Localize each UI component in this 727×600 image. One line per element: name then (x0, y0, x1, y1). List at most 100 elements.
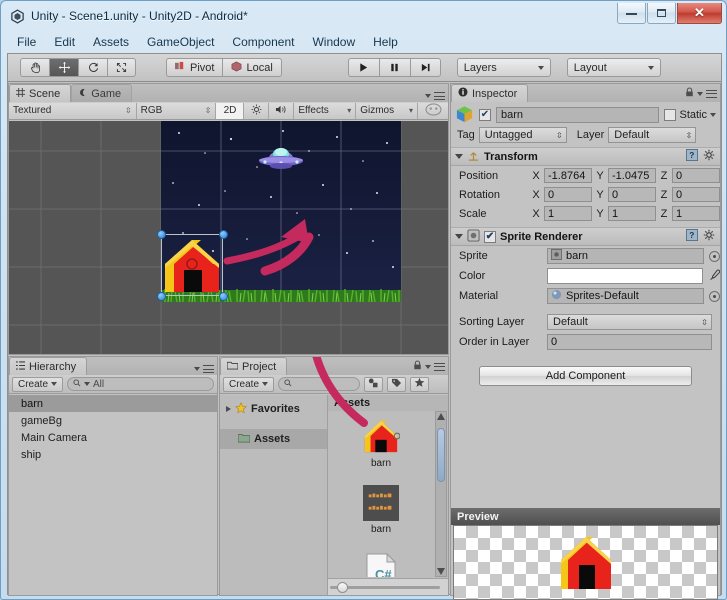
scroll-up-icon[interactable] (437, 413, 445, 420)
menu-file[interactable]: File (8, 33, 45, 51)
lock-icon[interactable] (413, 360, 422, 373)
tree-assets[interactable]: Assets (220, 429, 327, 449)
draw-mode-dropdown[interactable]: Textured ⇳ (9, 102, 137, 119)
static-toggle[interactable]: Static (664, 108, 716, 121)
hierarchy-item-gamebg[interactable]: gameBg (9, 412, 217, 429)
menu-edit[interactable]: Edit (45, 33, 84, 51)
filter-by-type-button[interactable] (364, 376, 384, 392)
step-button[interactable] (409, 58, 441, 77)
tag-dropdown[interactable]: Untagged ⇳ (478, 127, 567, 143)
project-create-button[interactable]: Create (223, 376, 275, 392)
menu-gameobject[interactable]: GameObject (138, 33, 223, 51)
menu-help[interactable]: Help (364, 33, 407, 51)
scale-z-input[interactable]: 1 (672, 206, 720, 221)
project-tab-menu[interactable] (413, 360, 445, 373)
inspector-tab-menu[interactable] (685, 87, 717, 100)
menu-window[interactable]: Window (303, 33, 364, 51)
scale-tool-button[interactable] (107, 58, 136, 77)
filter-by-label-button[interactable] (387, 376, 407, 392)
scene-viewport[interactable] (9, 121, 448, 354)
asset-item-bullet-script[interactable]: C# Bullet (328, 547, 434, 577)
hierarchy-create-button[interactable]: Create (12, 376, 64, 392)
tab-game[interactable]: Game (71, 84, 133, 102)
foldout-icon[interactable] (455, 234, 463, 239)
sprite-renderer-component-header[interactable]: Sprite Renderer ? (451, 227, 720, 246)
static-checkbox[interactable] (664, 108, 677, 121)
hierarchy-item-main-camera[interactable]: Main Camera (9, 429, 217, 446)
sprite-renderer-enabled-checkbox[interactable] (484, 230, 496, 243)
tab-project[interactable]: Project (220, 357, 288, 375)
position-y-input[interactable]: -1.0475 (608, 168, 656, 183)
lighting-toggle[interactable] (244, 102, 270, 119)
tag-label: Tag (457, 129, 475, 141)
order-in-layer-input[interactable]: 0 (547, 334, 712, 350)
favorites-filter-button[interactable] (410, 376, 430, 392)
hierarchy-tab-menu[interactable] (194, 365, 214, 373)
play-button[interactable] (347, 58, 379, 77)
rotate-tool-button[interactable] (78, 58, 107, 77)
rotation-z-input[interactable]: 0 (672, 187, 720, 202)
close-button[interactable]: ✕ (677, 3, 722, 24)
tree-favorites[interactable]: Favorites (220, 399, 327, 419)
scroll-down-icon[interactable] (437, 568, 445, 575)
add-component-button[interactable]: Add Component (479, 366, 692, 386)
scene-tab-menu[interactable] (425, 92, 445, 100)
sorting-layer-dropdown[interactable]: Default ⇳ (547, 314, 712, 330)
minimize-button[interactable] (617, 3, 646, 24)
layer-dropdown[interactable]: Default ⇳ (608, 127, 697, 143)
asset-zoom-slider[interactable] (328, 578, 448, 595)
zoom-slider-knob[interactable] (337, 581, 348, 593)
menu-component[interactable]: Component (223, 33, 303, 51)
pause-button[interactable] (378, 58, 410, 77)
hierarchy-search-input[interactable]: All (67, 377, 214, 391)
move-tool-button[interactable] (49, 58, 78, 77)
maximize-button[interactable] (647, 3, 676, 24)
material-picker-button[interactable] (709, 290, 720, 302)
pivot-button[interactable]: Pivot (166, 58, 223, 77)
scale-y-input[interactable]: 1 (608, 206, 656, 221)
gear-icon[interactable] (703, 149, 715, 164)
material-object-field[interactable]: Sprites-Default (547, 288, 704, 304)
color-swatch-field[interactable] (547, 268, 703, 284)
position-z-input[interactable]: 0 (672, 168, 720, 183)
help-icon[interactable]: ? (686, 149, 698, 164)
effects-dropdown[interactable]: Effects ▾ (294, 102, 357, 119)
scale-x-input[interactable]: 1 (544, 206, 592, 221)
local-button[interactable]: Local (222, 58, 282, 77)
layers-dropdown[interactable]: Layers (456, 58, 551, 77)
sprite-picker-button[interactable] (709, 250, 720, 262)
foldout-icon[interactable] (455, 154, 463, 159)
transform-component-header[interactable]: Transform ? (451, 147, 720, 166)
object-name-input[interactable]: barn (496, 106, 660, 123)
object-enabled-checkbox[interactable] (479, 108, 491, 121)
layout-dropdown[interactable]: Layout (566, 58, 661, 77)
audio-toggle[interactable] (269, 102, 295, 119)
color-mode-dropdown[interactable]: RGB ⇳ (136, 102, 217, 119)
selection-handle-bl[interactable] (157, 292, 166, 301)
asset-scrollbar-thumb[interactable] (437, 428, 445, 482)
sprite-object-field[interactable]: barn (547, 248, 704, 264)
selection-handle-tr[interactable] (219, 230, 228, 239)
selection-handle-tl[interactable] (157, 230, 166, 239)
position-x-input[interactable]: -1.8764 (544, 168, 592, 183)
asset-item-barn-texture[interactable]: barn (328, 479, 434, 547)
gear-icon[interactable] (703, 229, 715, 244)
tab-inspector[interactable]: Inspector (451, 84, 529, 102)
project-search-input[interactable] (278, 377, 361, 391)
tab-scene[interactable]: Scene (9, 84, 72, 102)
rotation-y-input[interactable]: 0 (608, 187, 656, 202)
tab-hierarchy[interactable]: Hierarchy (9, 357, 88, 375)
hierarchy-item-barn[interactable]: barn (9, 395, 217, 412)
hand-tool-button[interactable] (20, 58, 49, 77)
lock-icon[interactable] (685, 87, 694, 100)
eyedropper-icon[interactable] (708, 269, 721, 284)
asset-scrollbar[interactable] (435, 411, 447, 577)
asset-item-barn-sprite[interactable]: barn (328, 411, 434, 479)
help-icon[interactable]: ? (686, 229, 698, 244)
hierarchy-item-ship[interactable]: ship (9, 446, 217, 463)
toggle-2d[interactable]: 2D (216, 102, 245, 119)
gizmos-dropdown[interactable]: Gizmos ▾ (356, 102, 419, 119)
selection-handle-br[interactable] (219, 292, 228, 301)
rotation-x-input[interactable]: 0 (544, 187, 592, 202)
menu-assets[interactable]: Assets (84, 33, 138, 51)
